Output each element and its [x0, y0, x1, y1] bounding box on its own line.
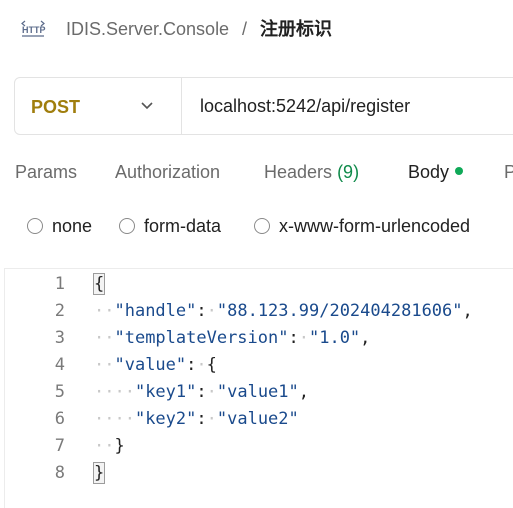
- code-line: 7 ··}: [5, 433, 513, 460]
- close-brace: }: [92, 462, 106, 484]
- json-value: "88.123.99/202404281606": [216, 301, 463, 321]
- method-select[interactable]: POST: [31, 95, 80, 119]
- line-number: 1: [54, 274, 65, 294]
- url-input[interactable]: [200, 92, 500, 120]
- line-number: 7: [54, 436, 65, 456]
- request-title[interactable]: 注册标识: [260, 17, 332, 41]
- line-number: 8: [54, 463, 65, 483]
- line-text: ··"value":·{: [94, 355, 217, 375]
- chevron-down-icon[interactable]: [139, 98, 155, 114]
- radio-none[interactable]: [27, 218, 43, 234]
- code-line: 5 ····"key1":·"value1",: [5, 379, 513, 406]
- tab-headers-label: Headers: [264, 162, 333, 182]
- radio-form-data-label: form-data: [144, 215, 222, 236]
- open-brace: {: [92, 273, 106, 295]
- line-number: 3: [54, 328, 65, 348]
- json-body-editor[interactable]: 1 { 2 ··"handle":·"88.123.99/20240428160…: [4, 268, 513, 508]
- body-type-form-data[interactable]: form-data: [119, 214, 221, 238]
- line-text: ··"templateVersion":·"1.0",: [94, 328, 371, 348]
- radio-none-label: none: [52, 215, 93, 236]
- line-number: 2: [54, 301, 65, 321]
- tab-pre-request-truncated[interactable]: P: [504, 160, 513, 184]
- body-type-none[interactable]: none: [27, 214, 92, 238]
- json-key: "templateVersion": [114, 328, 289, 348]
- url-divider: [181, 78, 182, 134]
- code-line: 1 {: [5, 271, 513, 298]
- line-text: ····"key1":·"value1",: [94, 382, 310, 402]
- body-type-urlencoded[interactable]: x-www-form-urlencoded: [254, 214, 470, 238]
- json-key: "value": [114, 355, 187, 375]
- body-active-dot: [455, 167, 464, 175]
- tab-body-label: Body: [408, 162, 450, 182]
- json-key: "key1": [134, 382, 197, 402]
- code-line: 8 }: [5, 460, 513, 487]
- breadcrumb-parent[interactable]: IDIS.Server.Console: [66, 17, 229, 41]
- code-line: 3 ··"templateVersion":·"1.0",: [5, 325, 513, 352]
- json-value: "value2": [216, 409, 299, 429]
- line-text: {: [92, 271, 106, 298]
- line-text: }: [92, 460, 106, 487]
- radio-form-data[interactable]: [119, 218, 135, 234]
- tab-body[interactable]: Body: [408, 160, 464, 184]
- json-key: "key2": [134, 409, 197, 429]
- code-line: 2 ··"handle":·"88.123.99/202404281606",: [5, 298, 513, 325]
- code-line: 6 ····"key2":·"value2": [5, 406, 513, 433]
- line-text: ····"key2":·"value2": [94, 409, 299, 429]
- radio-urlencoded[interactable]: [254, 218, 270, 234]
- tab-authorization[interactable]: Authorization: [115, 160, 220, 184]
- breadcrumb-separator: /: [242, 19, 248, 39]
- code-line: 4 ··"value":·{: [5, 352, 513, 379]
- line-number: 6: [54, 409, 65, 429]
- json-key: "handle": [114, 301, 197, 321]
- line-number: 4: [54, 355, 65, 375]
- radio-urlencoded-label: x-www-form-urlencoded: [279, 215, 471, 236]
- json-value: "value1": [216, 382, 299, 402]
- http-icon-text: HTTP: [22, 25, 46, 35]
- line-text: ··}: [94, 436, 125, 456]
- json-value: "1.0": [308, 328, 361, 348]
- line-number: 5: [54, 382, 65, 402]
- tab-headers[interactable]: Headers (9): [264, 160, 359, 184]
- line-text: ··"handle":·"88.123.99/202404281606",: [94, 301, 473, 321]
- tab-params[interactable]: Params: [15, 160, 77, 184]
- http-icon: HTTP: [21, 20, 46, 37]
- headers-count-badge: (9): [337, 162, 360, 182]
